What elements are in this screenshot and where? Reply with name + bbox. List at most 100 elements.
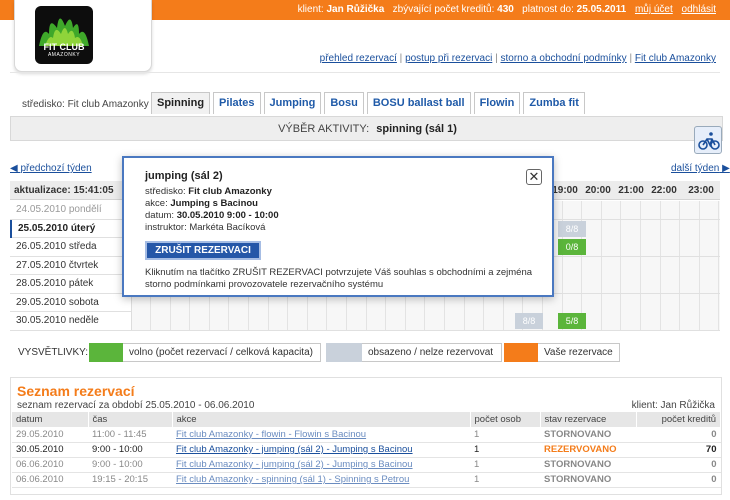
legend-swatch-mine xyxy=(504,343,538,362)
hour-label: 21:00 xyxy=(618,185,644,196)
bike-icon xyxy=(698,132,720,150)
popup-line-akce: akce: Jumping s Bacinou xyxy=(145,198,258,209)
legend-text-full: obsazeno / nelze rezervovat xyxy=(362,343,502,362)
client-label: klient: xyxy=(297,4,324,15)
credits: 0 xyxy=(711,428,717,440)
credits-label: zbývající počet kreditů: xyxy=(392,4,495,15)
close-icon[interactable]: ✕ xyxy=(526,169,542,185)
tab-bosu-ballast-ball[interactable]: BOSU ballast ball xyxy=(366,92,471,114)
cell-stav: STORNOVANO xyxy=(540,472,636,488)
slot-full: 8/8 xyxy=(515,313,543,329)
col-kredity: počet kreditů xyxy=(636,412,721,427)
tab-bosu[interactable]: Bosu xyxy=(324,92,364,114)
day-label: 29.05.2010 sobota xyxy=(10,293,132,312)
tab-zumba-fit[interactable]: Zumba fit xyxy=(523,92,585,114)
reservation-popup: jumping (sál 2) středisko: Fit club Amaz… xyxy=(122,156,554,297)
activity-bar: VÝBĚR AKTIVITY: spinning (sál 1) xyxy=(10,116,723,141)
divider xyxy=(10,72,720,73)
table-row: 06.06.2010 19:15 - 20:15 Fit club Amazonky… xyxy=(12,472,721,488)
popup-line-datum: datum: 30.05.2010 9:00 - 10:00 xyxy=(145,210,279,221)
reservation-link[interactable]: Fit club Amazonky - jumping (sál 2) - Ju… xyxy=(176,444,413,455)
legend-title: VYSVĚTLIVKY: xyxy=(18,347,89,358)
cell-akce: Fit club Amazonky - flowin - Flowin s Ba… xyxy=(172,427,470,443)
legend-swatch-full xyxy=(326,343,362,362)
list-title: Seznam rezervací xyxy=(17,383,135,399)
cell-datum: 06.06.2010 xyxy=(12,457,88,473)
popup-line-instruktor: instruktor: Markéta Bacíková xyxy=(145,222,265,233)
day-label: 27.05.2010 čtvrtek xyxy=(10,256,132,275)
col-stav: stav rezervace xyxy=(540,412,637,427)
logo[interactable]: FIT CLUB AMAZONKY xyxy=(14,0,152,72)
reservation-link[interactable]: Fit club Amazonky - flowin - Flowin s Ba… xyxy=(176,429,366,440)
top-links: přehled rezervací | postup při rezervaci… xyxy=(319,53,716,64)
link-fit-club[interactable]: Fit club Amazonky xyxy=(635,53,716,64)
cell-datum: 29.05.2010 xyxy=(12,427,88,443)
legend-swatch-free xyxy=(89,343,123,362)
bike-button[interactable] xyxy=(694,126,722,154)
reservation-link[interactable]: Fit club Amazonky - jumping (sál 2) - Ju… xyxy=(176,459,413,470)
cell-datum: 30.05.2010 xyxy=(12,442,88,458)
slot-free[interactable]: 5/8 xyxy=(558,313,586,329)
cancel-reservation-button[interactable]: ZRUŠIT REZERVACI xyxy=(145,241,261,260)
cell-cas: 9:00 - 10:00 xyxy=(88,442,172,458)
cell-cas: 9:00 - 10:00 xyxy=(88,457,172,473)
cell-stav: REZERVOVANO xyxy=(540,442,636,458)
cell-osob: 1 xyxy=(470,457,540,473)
cell-akce: Fit club Amazonky - jumping (sál 2) - Ju… xyxy=(172,442,470,458)
next-week-label: další týden xyxy=(671,163,720,174)
cell-kredity: 0 xyxy=(636,457,721,473)
valid-value: 25.05.2011 xyxy=(576,4,627,15)
prev-week-link[interactable]: ◀ předchozí týden xyxy=(10,163,92,174)
cell-cas: 19:15 - 20:15 xyxy=(88,472,172,488)
client-name: Jan Růžička xyxy=(326,4,385,15)
link-storno-podminky[interactable]: storno a obchodní podmínky xyxy=(500,53,626,64)
popup-label: akce: xyxy=(145,198,171,209)
logo-subtext: AMAZONKY xyxy=(47,52,81,58)
col-pocet-osob: počet osob xyxy=(470,412,541,427)
legend-text-free: volno (počet rezervací / celková kapacit… xyxy=(123,343,321,362)
link-postup-pri-rezervaci[interactable]: postup při rezervaci xyxy=(405,53,492,64)
legend: VYSVĚTLIVKY: volno (počet rezervací / ce… xyxy=(10,343,720,365)
logout-link[interactable]: odhlásit xyxy=(682,4,716,15)
valid-label: platnost do: xyxy=(522,4,574,15)
slot-full: 8/8 xyxy=(558,220,586,237)
cell-osob: 1 xyxy=(470,442,540,458)
reservation-table: datum čas akce počet osob stav rezervace… xyxy=(12,412,721,488)
popup-note: Kliknutím na tlačítko ZRUŠIT REZERVACI p… xyxy=(145,267,533,290)
col-cas: čas xyxy=(88,412,173,427)
legend-text-mine: Vaše rezervace xyxy=(538,343,620,362)
slot-free[interactable]: 0/8 xyxy=(558,239,586,255)
day-label: 30.05.2010 neděle xyxy=(10,312,132,330)
popup-title: jumping (sál 2) xyxy=(145,170,223,182)
reservation-list: Seznam rezervací seznam rezervací za obd… xyxy=(10,377,722,495)
cell-osob: 1 xyxy=(470,472,540,488)
tab-flowin[interactable]: Flowin xyxy=(473,92,521,114)
tab-spinning[interactable]: Spinning xyxy=(151,92,211,114)
activity-tabs: Spinning Pilates Jumping Bosu BOSU balla… xyxy=(151,92,588,114)
tab-jumping[interactable]: Jumping xyxy=(263,92,322,114)
cell-stav: STORNOVANO xyxy=(540,427,636,443)
activity-value: spinning (sál 1) xyxy=(376,123,457,135)
cell-akce: Fit club Amazonky - spinning (sál 1) - S… xyxy=(172,472,470,488)
update-label: aktualizace: 15:41:05 xyxy=(14,185,114,196)
link-prehled-rezervaci[interactable]: přehled rezervací xyxy=(320,53,397,64)
popup-value: Markéta Bacíková xyxy=(189,222,266,233)
next-week-link[interactable]: další týden ▶ xyxy=(671,163,730,174)
hour-label: 20:00 xyxy=(585,185,611,196)
list-subtitle: seznam rezervací za období 25.05.2010 - … xyxy=(17,400,255,411)
cell-stav: STORNOVANO xyxy=(540,457,636,473)
cell-kredity: 0 xyxy=(636,427,721,443)
tab-pilates[interactable]: Pilates xyxy=(213,92,261,114)
popup-label: středisko: xyxy=(145,186,189,197)
popup-value: Jumping s Bacinou xyxy=(170,198,258,209)
table-row: 06.06.2010 9:00 - 10:00 Fit club Amazonky … xyxy=(12,457,721,473)
list-client: klient: Jan Růžička xyxy=(631,400,715,411)
hour-label: 23:00 xyxy=(688,185,714,196)
popup-label: datum: xyxy=(145,210,177,221)
credits: 0 xyxy=(711,459,717,470)
reservation-link[interactable]: Fit club Amazonky - spinning (sál 1) - S… xyxy=(176,474,409,485)
my-account-link[interactable]: můj účet xyxy=(635,4,673,15)
table-row: 30.05.2010 9:00 - 10:00 Fit club Amazonky … xyxy=(12,442,721,458)
col-datum: datum xyxy=(12,412,89,427)
activity-label: VÝBĚR AKTIVITY: xyxy=(278,123,370,135)
